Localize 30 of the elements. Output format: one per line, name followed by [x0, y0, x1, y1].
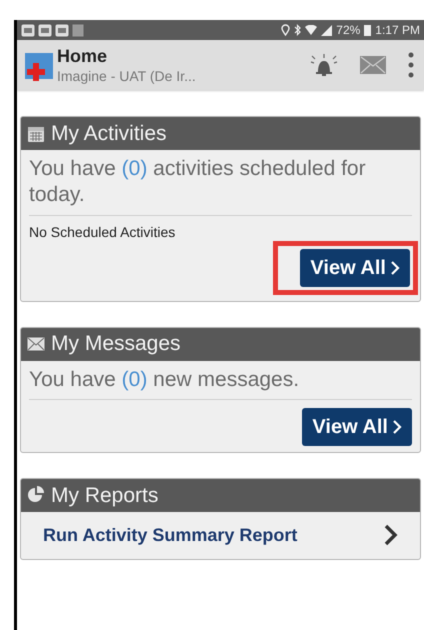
pie-chart-icon: [27, 486, 45, 504]
card-message: You have (0) activities scheduled for today.: [29, 156, 412, 216]
card-title: My Messages: [51, 331, 181, 358]
more-menu-icon[interactable]: [408, 52, 414, 78]
battery-percent: 72%: [336, 22, 360, 39]
chevron-right-icon: [390, 260, 400, 276]
chevron-right-icon: [392, 418, 402, 435]
chevron-right-icon: [384, 524, 398, 546]
bluetooth-icon: [294, 24, 302, 36]
notification-icon: [38, 24, 52, 36]
card-title: My Activities: [51, 120, 167, 147]
notification-icon: [55, 24, 69, 36]
empty-note: No Scheduled Activities: [29, 222, 176, 242]
card-message: You have (0) new messages.: [29, 366, 412, 400]
clock-time: 1:17 PM: [375, 22, 420, 39]
app-title: Home: [57, 45, 108, 68]
image-icon: [72, 24, 84, 36]
notification-icon: [21, 24, 35, 36]
bell-icon[interactable]: [310, 53, 338, 77]
view-all-button[interactable]: View All: [300, 248, 410, 286]
card-title: My Reports: [51, 482, 158, 508]
envelope-icon: [27, 337, 45, 351]
battery-icon: [364, 24, 372, 36]
view-all-button[interactable]: View All: [302, 408, 412, 446]
report-link[interactable]: Run Activity Summary Report: [21, 512, 420, 559]
signal-icon: [321, 24, 332, 36]
calendar-icon: [27, 124, 45, 142]
wifi-icon: [305, 24, 318, 36]
location-icon: [281, 24, 290, 36]
app-subtitle: Imagine - UAT (De Ir...: [57, 68, 196, 85]
